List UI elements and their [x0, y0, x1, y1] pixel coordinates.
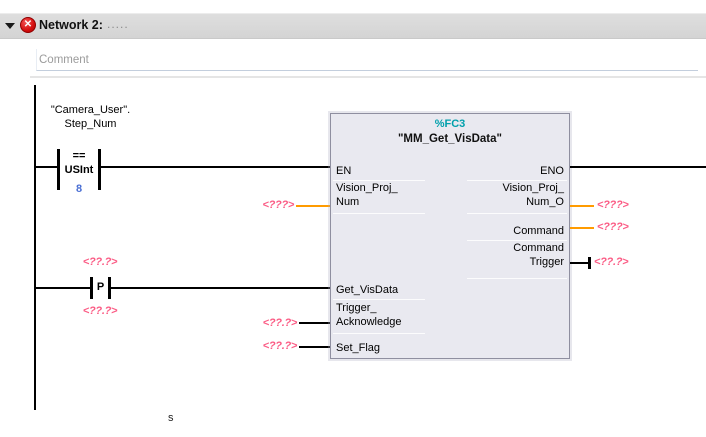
pin-trigger-ack-line1: Trigger_ — [336, 302, 377, 314]
network-header-bar[interactable]: ✕ Network 2: ..... — [0, 13, 706, 39]
fc-block-mm-get-visdata[interactable]: %FC3 "MM_Get_VisData" EN ENO Vision_Proj… — [330, 113, 570, 359]
pin-command-trigger-line1: Command — [513, 242, 564, 254]
pin-separator — [333, 333, 425, 334]
operand-vision-proj-num-o-out[interactable]: <???> — [597, 199, 629, 212]
pin-command-trigger-line2: Trigger — [529, 256, 564, 268]
wire-p-to-getvisdata — [111, 287, 331, 289]
pin-separator — [467, 278, 567, 279]
wire-command-output — [570, 227, 594, 229]
pin-set-flag: Set_Flag — [336, 342, 381, 354]
compare-value[interactable]: 8 — [59, 183, 99, 196]
error-icon: ✕ — [20, 17, 36, 33]
pin-get-visdata: Get_VisData — [336, 284, 399, 296]
lad-network-editor: ✕ Network 2: ..... Comment "Camera_User"… — [0, 0, 706, 437]
wire-rail-to-p — [35, 287, 91, 289]
wire-num-o-output — [570, 205, 594, 207]
separator-line — [30, 76, 706, 78]
wire-trigger-ack-input — [299, 322, 331, 324]
comment-input[interactable]: Comment — [36, 49, 698, 71]
command-trigger-terminal-bar — [588, 257, 591, 269]
network-title[interactable]: Network 2: — [39, 18, 103, 32]
wire-eno-output — [570, 166, 706, 168]
wire-command-trigger-output — [570, 262, 589, 264]
compare-operand-line2[interactable]: Step_Num — [28, 118, 153, 131]
pin-vision-proj-num-line1: Vision_Proj_ — [336, 182, 398, 194]
compare-operand-line1[interactable]: "Camera_User". — [28, 104, 153, 117]
pin-vision-proj-num-o-line1: Vision_Proj_ — [502, 182, 564, 194]
pin-eno: ENO — [540, 165, 564, 177]
operand-trigger-ack-in[interactable]: <??.?> — [257, 317, 298, 330]
pin-separator — [333, 299, 425, 300]
pin-vision-proj-num-o-line2: Num_O — [526, 196, 564, 208]
p-contact-operand-above[interactable]: <??.?> — [70, 256, 130, 269]
operand-command-out[interactable]: <???> — [597, 221, 629, 234]
wire-compare-to-en — [101, 166, 331, 168]
compare-operator[interactable]: == — [59, 150, 99, 163]
pin-command: Command — [513, 225, 564, 237]
pin-separator — [467, 213, 567, 214]
stray-text: s — [168, 412, 174, 424]
operand-set-flag-in[interactable]: <??.?> — [257, 340, 298, 353]
wire-rail-to-compare — [35, 166, 58, 168]
block-address: %FC3 — [434, 118, 466, 130]
pin-en: EN — [336, 165, 352, 177]
network-title-placeholder[interactable]: ..... — [107, 17, 129, 31]
operand-command-trigger-out[interactable]: <??.?> — [594, 256, 629, 269]
wire-set-flag-input — [299, 346, 331, 348]
operand-vision-proj-num-in[interactable]: <???> — [254, 199, 294, 212]
collapse-triangle-icon[interactable] — [5, 23, 15, 29]
compare-type[interactable]: USInt — [59, 164, 99, 177]
p-contact-operand-below[interactable]: <??.?> — [70, 305, 130, 318]
p-contact-label[interactable]: P — [93, 281, 108, 294]
pin-vision-proj-num-line2: Num — [336, 196, 360, 208]
wire-num-input — [296, 205, 331, 207]
pin-trigger-ack-line2: Acknowledge — [336, 316, 402, 328]
pin-separator — [333, 213, 425, 214]
power-rail — [34, 85, 36, 410]
block-name[interactable]: "MM_Get_VisData" — [331, 133, 569, 145]
